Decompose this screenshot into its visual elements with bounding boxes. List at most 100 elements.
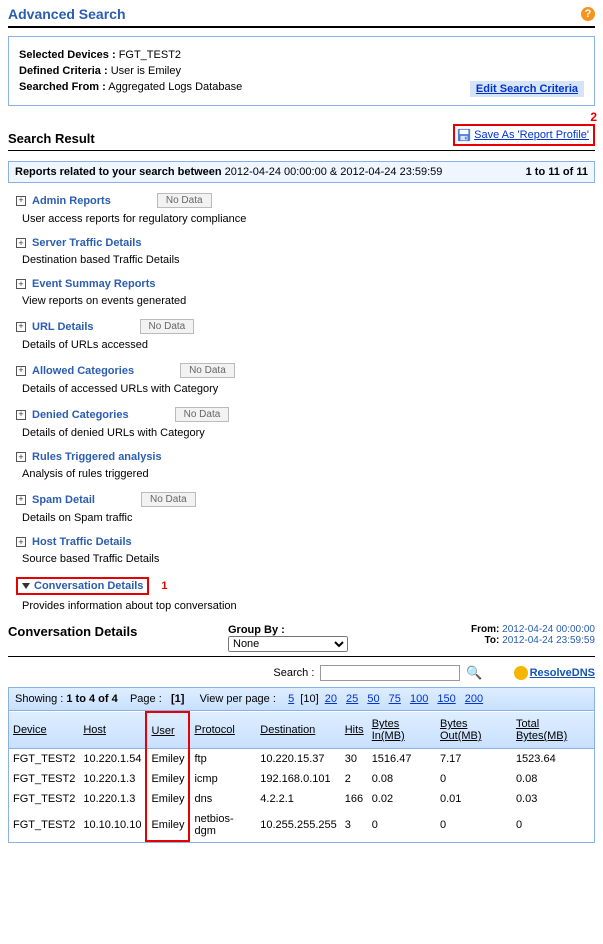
summary-range: 2012-04-24 00:00:00 & 2012-04-24 23:59:5… <box>225 166 443 178</box>
expand-icon[interactable]: + <box>16 366 26 376</box>
expand-icon[interactable]: + <box>16 495 26 505</box>
summary-count: 1 to 11 of 11 <box>526 166 588 178</box>
table-cell: Emiley <box>146 749 189 770</box>
report-title[interactable]: Server Traffic Details <box>32 237 141 249</box>
report-title[interactable]: Admin Reports <box>32 195 111 207</box>
report-desc: Details of accessed URLs with Category <box>22 383 595 395</box>
table-cell: netbios-dgm <box>189 809 256 841</box>
report-desc: Details of denied URLs with Category <box>22 427 595 439</box>
data-table: DeviceHostUserProtocolDestinationHitsByt… <box>9 711 594 842</box>
column-header[interactable]: Protocol <box>189 712 256 749</box>
devices-value: FGT_TEST2 <box>119 49 181 61</box>
table-cell: dns <box>189 789 256 809</box>
column-header[interactable]: Device <box>9 712 79 749</box>
table-cell: 10.220.1.3 <box>79 789 146 809</box>
conversation-details-highlight: Conversation Details <box>16 577 149 595</box>
callout-1: 1 <box>161 580 167 592</box>
expand-icon[interactable]: + <box>16 410 26 420</box>
report-title[interactable]: URL Details <box>32 321 94 333</box>
expand-icon[interactable]: + <box>16 279 26 289</box>
from-value: Aggregated Logs Database <box>108 81 242 93</box>
column-header[interactable]: Bytes In(MB) <box>368 712 436 749</box>
column-header[interactable]: Destination <box>256 712 340 749</box>
table-cell: icmp <box>189 769 256 789</box>
devices-label: Selected Devices : <box>19 49 116 61</box>
no-data-badge: No Data <box>180 363 235 378</box>
report-title[interactable]: Spam Detail <box>32 494 95 506</box>
table-cell: 192.168.0.101 <box>256 769 340 789</box>
groupby-label: Group By : <box>228 624 285 636</box>
table-cell: 10.220.1.54 <box>79 749 146 770</box>
page-size-current: [10] <box>300 693 318 705</box>
table-cell: 4.2.2.1 <box>256 789 340 809</box>
page-size-link[interactable]: 5 <box>288 693 294 705</box>
expand-icon[interactable]: + <box>16 322 26 332</box>
report-title[interactable]: Allowed Categories <box>32 365 134 377</box>
table-cell: 0.08 <box>368 769 436 789</box>
callout-2: 2 <box>590 110 597 124</box>
table-cell: 30 <box>341 749 368 770</box>
table-cell: 0 <box>436 809 512 841</box>
report-title[interactable]: Host Traffic Details <box>32 536 132 548</box>
no-data-badge: No Data <box>140 319 195 334</box>
page-size-link[interactable]: 100 <box>410 693 428 705</box>
from-date-value: 2012-04-24 00:00:00 <box>502 624 595 635</box>
report-title-conversation[interactable]: Conversation Details <box>34 580 143 592</box>
data-table-panel: Showing : 1 to 4 of 4 Page : [1] View pe… <box>8 687 595 843</box>
help-icon[interactable]: ? <box>581 7 595 21</box>
page-size-link[interactable]: 25 <box>346 693 358 705</box>
column-header[interactable]: Total Bytes(MB) <box>512 712 594 749</box>
defined-value: User is Emiley <box>111 65 181 77</box>
edit-search-criteria-link[interactable]: Edit Search Criteria <box>470 81 584 97</box>
table-cell: 0 <box>436 769 512 789</box>
table-cell: FGT_TEST2 <box>9 749 79 770</box>
table-row: FGT_TEST210.220.1.3Emileyicmp192.168.0.1… <box>9 769 594 789</box>
resolve-dns-label: ResolveDNS <box>530 667 595 679</box>
search-icon[interactable]: 🔍 <box>466 665 482 681</box>
report-desc: Analysis of rules triggered <box>22 468 595 480</box>
page-size-link[interactable]: 50 <box>367 693 379 705</box>
table-cell: 3 <box>341 809 368 841</box>
column-header[interactable]: Hits <box>341 712 368 749</box>
report-title[interactable]: Denied Categories <box>32 409 129 421</box>
table-row: FGT_TEST210.10.10.10Emileynetbios-dgm10.… <box>9 809 594 841</box>
expand-icon[interactable]: + <box>16 196 26 206</box>
table-cell: 1523.64 <box>512 749 594 770</box>
page-size-link[interactable]: 150 <box>437 693 455 705</box>
report-desc: View reports on events generated <box>22 295 595 307</box>
save-as-profile-link[interactable]: Save As 'Report Profile' <box>474 129 589 141</box>
table-cell: FGT_TEST2 <box>9 769 79 789</box>
pager-bar: Showing : 1 to 4 of 4 Page : [1] View pe… <box>9 688 594 711</box>
groupby-select[interactable]: None <box>228 636 348 652</box>
table-cell: Emiley <box>146 809 189 841</box>
table-cell: 7.17 <box>436 749 512 770</box>
page-size-link[interactable]: 20 <box>325 693 337 705</box>
report-title[interactable]: Rules Triggered analysis <box>32 451 162 463</box>
page-size-link[interactable]: 200 <box>465 693 483 705</box>
table-cell: 10.10.10.10 <box>79 809 146 841</box>
to-date-value: 2012-04-24 23:59:59 <box>502 635 595 646</box>
showing-label: Showing : <box>15 693 66 705</box>
search-input[interactable] <box>320 665 460 681</box>
expand-icon[interactable]: + <box>16 452 26 462</box>
table-cell: FGT_TEST2 <box>9 809 79 841</box>
no-data-badge: No Data <box>157 193 212 208</box>
column-header[interactable]: Host <box>79 712 146 749</box>
table-cell: 0.08 <box>512 769 594 789</box>
resolve-dns-link[interactable]: ResolveDNS <box>514 666 595 680</box>
search-result-header: Search Result <box>8 131 95 146</box>
report-desc: Details on Spam traffic <box>22 512 595 524</box>
page-label: Page : <box>130 693 162 705</box>
page-size-link[interactable]: 75 <box>389 693 401 705</box>
column-header[interactable]: User <box>146 712 189 749</box>
caret-down-icon[interactable] <box>22 583 30 589</box>
table-cell: 0 <box>368 809 436 841</box>
table-cell: 2 <box>341 769 368 789</box>
floppy-icon <box>457 128 471 142</box>
report-desc: Destination based Traffic Details <box>22 254 595 266</box>
expand-icon[interactable]: + <box>16 238 26 248</box>
column-header[interactable]: Bytes Out(MB) <box>436 712 512 749</box>
gear-icon <box>514 666 528 680</box>
report-title[interactable]: Event Summay Reports <box>32 278 155 290</box>
expand-icon[interactable]: + <box>16 537 26 547</box>
